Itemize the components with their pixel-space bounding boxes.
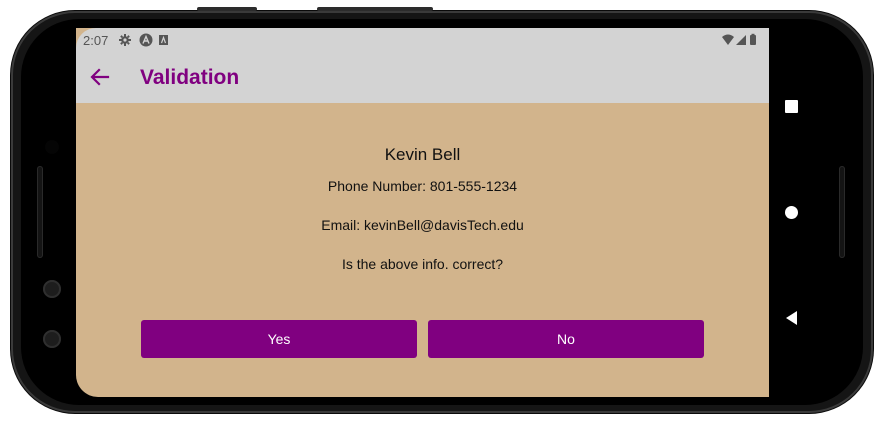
- home-button[interactable]: [779, 200, 803, 224]
- system-back-button[interactable]: [779, 306, 803, 330]
- power-button: [317, 7, 433, 11]
- battery-icon: [750, 35, 756, 45]
- recents-square-icon: [785, 100, 798, 113]
- app-bar: Validation: [76, 52, 769, 103]
- status-time: 2:07: [83, 33, 109, 48]
- proximity-sensor: [43, 280, 61, 298]
- page-title: Validation: [140, 66, 240, 89]
- status-bar: 2:07: [76, 28, 769, 52]
- confirmation-question: Is the above info. correct?: [341, 256, 504, 272]
- signal-icon: [736, 35, 746, 45]
- yes-button[interactable]: Yes: [141, 320, 417, 358]
- contact-name: Kevin Bell: [384, 145, 461, 164]
- light-sensor: [43, 330, 61, 348]
- volume-button: [197, 7, 257, 11]
- app-screen: 2:07 Validation Kevin Bell Phone Number:…: [76, 28, 769, 397]
- left-speaker-grille: [37, 166, 43, 258]
- status-right-icons: [721, 33, 761, 47]
- navigation-bar: [769, 28, 813, 397]
- a-box-icon: [159, 35, 168, 45]
- android-a-icon: [139, 33, 153, 47]
- email-text: Email: kevinBell@davisTech.edu: [321, 217, 524, 233]
- top-area: 2:07 Validation: [76, 28, 769, 103]
- gear-icon: [119, 34, 131, 46]
- phone-number-text: Phone Number: 801-555-1234: [327, 178, 518, 194]
- no-button[interactable]: No: [428, 320, 704, 358]
- status-left-icons: [118, 33, 168, 47]
- home-circle-icon: [785, 206, 798, 219]
- arrow-left-icon: [90, 68, 110, 86]
- back-triangle-icon: [786, 311, 797, 325]
- front-camera-icon: [45, 140, 59, 154]
- recents-button[interactable]: [779, 94, 803, 118]
- right-speaker-grille: [839, 166, 845, 258]
- wifi-icon: [722, 34, 734, 45]
- back-button[interactable]: [88, 65, 112, 89]
